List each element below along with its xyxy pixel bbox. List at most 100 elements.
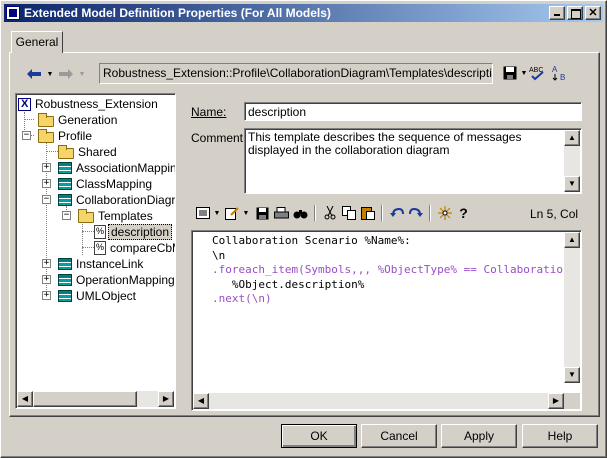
toolbar-separator bbox=[314, 205, 316, 221]
code-token: \n bbox=[212, 248, 226, 262]
model-icon bbox=[18, 97, 31, 111]
tree-item-label: description bbox=[108, 224, 173, 240]
collapse-icon[interactable]: − bbox=[62, 211, 71, 220]
back-arrow-icon[interactable] bbox=[23, 65, 45, 83]
toolbar-separator bbox=[381, 205, 383, 221]
copy-icon[interactable] bbox=[339, 204, 358, 222]
scroll-down-button[interactable]: ▼ bbox=[564, 367, 580, 383]
comment-field[interactable]: This template describes the sequence of … bbox=[244, 128, 582, 194]
tree-item[interactable]: Profile bbox=[38, 128, 94, 144]
code-line: %Object.description% bbox=[212, 278, 564, 293]
folder-icon bbox=[38, 128, 54, 143]
scroll-left-button[interactable]: ◀ bbox=[17, 391, 33, 407]
code-token: %Name% bbox=[364, 234, 405, 247]
extension-tree[interactable]: Robustness_Extension Generation Profile − Sh… bbox=[15, 93, 176, 409]
cancel-button[interactable]: Cancel bbox=[361, 424, 437, 448]
tree-item-label: ClassMapping bbox=[76, 177, 153, 191]
tree-item-label: Generation bbox=[58, 113, 118, 127]
tree-item[interactable]: UMLObject bbox=[58, 288, 138, 304]
sort-icon[interactable]: AB bbox=[551, 64, 569, 82]
save-dropdown-icon[interactable]: ▼ bbox=[519, 70, 529, 77]
tab-general[interactable]: General bbox=[11, 31, 63, 53]
tree-item[interactable]: OperationMapping bbox=[58, 272, 175, 288]
title-bar[interactable]: Extended Model Definition Properties (Fo… bbox=[4, 4, 603, 22]
folder-icon bbox=[38, 112, 54, 127]
redo-icon[interactable] bbox=[406, 204, 425, 222]
comment-text: This template describes the sequence of … bbox=[248, 130, 522, 157]
close-button[interactable]: ✕ bbox=[585, 6, 601, 20]
expand-icon[interactable]: + bbox=[42, 259, 51, 268]
menu-icon[interactable] bbox=[193, 204, 212, 222]
template-code: Collaboration Scenario %Name%: \n .foreach… bbox=[212, 234, 564, 307]
svg-text:A: A bbox=[552, 65, 558, 74]
expand-icon[interactable]: + bbox=[42, 179, 51, 188]
properties-icon[interactable] bbox=[222, 204, 241, 222]
forward-arrow-icon[interactable] bbox=[55, 65, 77, 83]
save-icon[interactable] bbox=[501, 64, 519, 82]
tree-item[interactable]: Generation bbox=[38, 112, 119, 128]
name-label: Name: bbox=[191, 105, 227, 119]
window-title: Extended Model Definition Properties (Fo… bbox=[24, 6, 331, 20]
ok-button[interactable]: OK bbox=[281, 424, 357, 448]
collapse-icon[interactable]: − bbox=[22, 131, 31, 140]
properties-dropdown-icon[interactable]: ▼ bbox=[241, 210, 251, 217]
tree-horizontal-scrollbar[interactable]: ◀ ▶ bbox=[17, 391, 174, 407]
tree-item[interactable]: CollaborationDiagram bbox=[58, 192, 175, 208]
scroll-right-button[interactable]: ▶ bbox=[158, 391, 174, 407]
apply-button[interactable]: Apply bbox=[441, 424, 517, 448]
undo-icon[interactable] bbox=[387, 204, 406, 222]
editor-vertical-scrollbar[interactable]: ▲ ▼ bbox=[564, 232, 580, 383]
scroll-corner bbox=[564, 393, 580, 409]
tree-item[interactable]: ClassMapping bbox=[58, 176, 154, 192]
name-field[interactable] bbox=[244, 102, 582, 121]
tree-item[interactable]: compareCbM bbox=[94, 240, 175, 256]
spell-check-icon[interactable]: ABC bbox=[529, 64, 547, 82]
template-editor[interactable]: Collaboration Scenario %Name%: \n .foreach… bbox=[191, 230, 582, 411]
tree-item[interactable]: Templates bbox=[78, 208, 155, 224]
expand-icon[interactable]: + bbox=[42, 163, 51, 172]
tree-item-label: OperationMapping bbox=[76, 273, 175, 287]
scroll-left-button[interactable]: ◀ bbox=[193, 393, 209, 409]
scroll-up-button[interactable]: ▲ bbox=[564, 130, 580, 146]
template-icon bbox=[94, 241, 106, 255]
mapping-icon bbox=[58, 290, 72, 302]
tree-item-label: Profile bbox=[58, 129, 93, 143]
expand-icon[interactable]: + bbox=[42, 291, 51, 300]
comment-vertical-scrollbar[interactable]: ▲ ▼ bbox=[564, 130, 580, 192]
paste-icon[interactable] bbox=[358, 204, 377, 222]
scroll-right-button[interactable]: ▶ bbox=[548, 393, 564, 409]
editor-horizontal-scrollbar[interactable]: ◀ ▶ bbox=[193, 393, 564, 409]
tree-item[interactable]: AssociationMapping bbox=[58, 160, 175, 176]
tree-item-label: compareCbM bbox=[110, 241, 175, 255]
scroll-up-button[interactable]: ▲ bbox=[564, 232, 580, 248]
scroll-down-button[interactable]: ▼ bbox=[564, 176, 580, 192]
save-icon[interactable] bbox=[253, 204, 272, 222]
tree-item[interactable]: InstanceLink bbox=[58, 256, 145, 272]
code-token: Collaboration Scenario bbox=[212, 234, 365, 247]
collapse-icon[interactable]: − bbox=[42, 195, 51, 204]
mapping-icon bbox=[58, 258, 72, 270]
expand-icon[interactable]: + bbox=[42, 275, 51, 284]
tree-item-label: UMLObject bbox=[76, 289, 137, 303]
tree-item[interactable]: description bbox=[94, 224, 173, 240]
tree-item-label: InstanceLink bbox=[76, 257, 144, 271]
help-button[interactable]: Help bbox=[522, 424, 598, 448]
help-icon[interactable]: ? bbox=[454, 204, 473, 222]
find-icon[interactable] bbox=[291, 204, 310, 222]
comment-label: Comment: bbox=[191, 131, 247, 145]
object-path-field: Robustness_Extension::Profile\Collaborat… bbox=[99, 63, 493, 84]
tree-item[interactable]: Shared bbox=[58, 144, 119, 160]
tree-item[interactable]: Robustness_Extension bbox=[18, 96, 160, 112]
menu-dropdown-icon[interactable]: ▼ bbox=[212, 210, 222, 217]
maximize-button[interactable] bbox=[567, 6, 583, 20]
forward-dropdown-icon[interactable]: ▼ bbox=[77, 71, 87, 78]
tree-item-label: AssociationMapping bbox=[76, 161, 175, 175]
insert-field-icon[interactable] bbox=[435, 204, 454, 222]
print-icon[interactable] bbox=[272, 204, 291, 222]
cut-icon[interactable] bbox=[320, 204, 339, 222]
template-icon bbox=[94, 225, 106, 239]
back-dropdown-icon[interactable]: ▼ bbox=[45, 71, 55, 78]
minimize-button[interactable] bbox=[549, 6, 565, 20]
tree-item-label: Shared bbox=[78, 145, 117, 159]
scroll-thumb[interactable] bbox=[33, 391, 137, 407]
